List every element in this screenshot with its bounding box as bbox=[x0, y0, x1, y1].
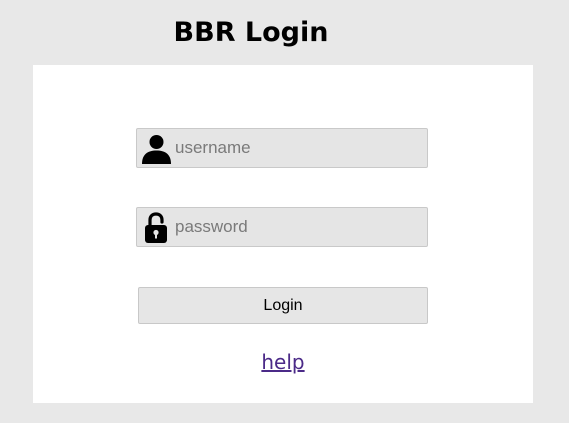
lock-icon bbox=[145, 212, 167, 243]
password-field[interactable] bbox=[136, 207, 428, 247]
login-button[interactable]: Login bbox=[138, 287, 428, 324]
username-field[interactable] bbox=[136, 128, 428, 168]
page-title: BBR Login bbox=[173, 17, 329, 48]
username-input[interactable] bbox=[175, 129, 423, 167]
login-panel: Login help bbox=[33, 65, 533, 403]
help-link[interactable]: help bbox=[33, 350, 533, 374]
user-icon bbox=[142, 135, 171, 164]
password-input[interactable] bbox=[175, 208, 423, 246]
